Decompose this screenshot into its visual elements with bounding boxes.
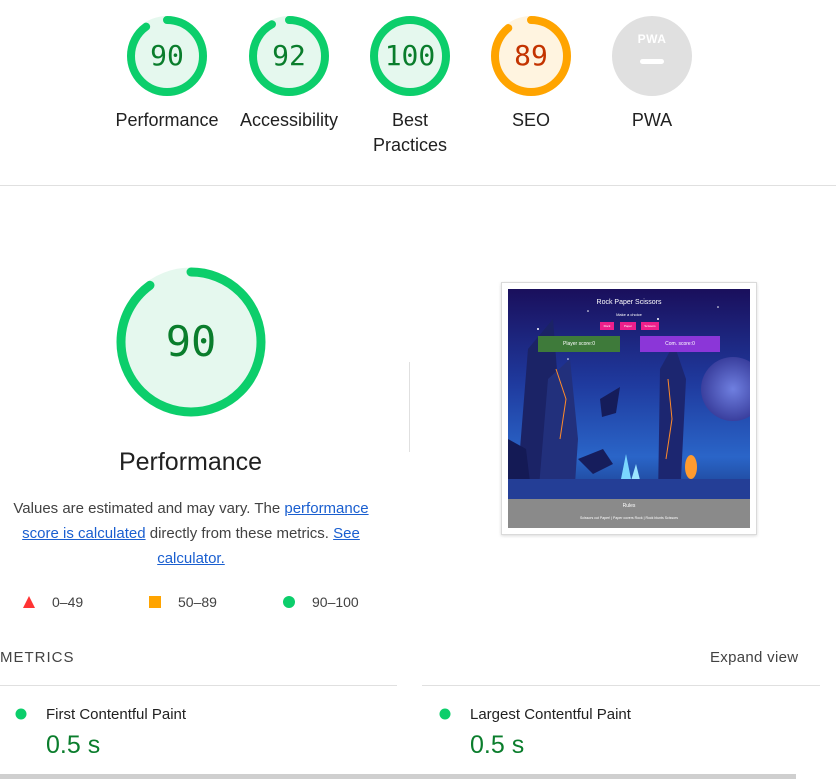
horizontal-scrollbar[interactable] [0,774,796,779]
desc-text: directly from these metrics. [145,525,334,542]
gauge-pwa[interactable]: PWA PWA [592,16,712,133]
gauge-label: Best Practices [372,110,448,155]
circle-icon [439,708,451,720]
shot-rules-title: Rules [622,503,636,509]
legend-pass: 90–100 [282,592,382,614]
shot-button-rock: Rock [603,324,611,328]
vertical-divider [409,362,410,452]
gauge-score: 92 [272,39,306,72]
category-gauges: 90 Performance 92 Accessibility 100 Best… [0,0,836,185]
gauge-score: 90 [150,39,184,72]
legend-average: 50–89 [147,592,247,614]
gauge-best-practices[interactable]: 100 Best Practices [350,16,470,158]
section-divider [0,185,836,186]
gauge-score: 89 [514,39,548,72]
pwa-badge-text: PWA [637,32,667,46]
metric-divider [0,685,397,686]
shot-app-title: Rock Paper Scissors [596,299,662,306]
metrics-title: METRICS [0,649,75,666]
pwa-badge-icon [612,16,692,96]
circle-icon [15,708,27,720]
circle-icon [283,596,295,608]
shot-subtitle: Make a choice [616,312,642,317]
shot-button-scissors: Scissors [644,324,656,328]
gauge-seo[interactable]: 89 SEO [471,16,591,133]
shot-comp-score: Com. score:0 [665,341,695,347]
metric-name: Largest Contentful Paint [470,706,631,723]
performance-gauge-large: 90 [115,266,267,418]
screenshot-image: Rock Paper Scissors Make a choice Rock P… [508,289,750,528]
desc-text: Values are estimated and may vary. The [13,500,285,517]
metric-name: First Contentful Paint [46,706,187,723]
square-icon [149,596,161,608]
performance-description: Values are estimated and may vary. The p… [6,496,376,571]
performance-score: 90 [165,317,217,366]
metric-value: 0.5 s [46,731,101,759]
gauge-label: PWA [631,110,673,130]
shot-player-score: Player score:0 [563,341,595,347]
shot-button-paper: Paper [623,324,632,328]
performance-title: Performance [118,448,263,476]
metric-value: 0.5 s [470,731,525,759]
gauge-score: 100 [384,39,436,72]
shot-rules-text: Scissors cut Paper! | Paper covers Rock … [580,516,678,520]
gauge-accessibility[interactable]: 92 Accessibility [229,16,349,133]
legend-range: 50–89 [178,594,217,610]
gauge-label: SEO [511,110,550,130]
legend-fail: 0–49 [22,592,122,614]
gauge-performance[interactable]: 90 Performance [107,16,227,133]
triangle-icon [23,596,35,608]
legend-range: 0–49 [52,594,84,610]
gauge-label: Performance [115,110,219,130]
page-screenshot-thumbnail[interactable]: Rock Paper Scissors Make a choice Rock P… [501,282,757,535]
expand-view-button[interactable]: Expand view [710,649,798,666]
metric-divider [422,685,820,686]
legend-range: 90–100 [312,594,359,610]
gauge-label: Accessibility [239,110,339,130]
